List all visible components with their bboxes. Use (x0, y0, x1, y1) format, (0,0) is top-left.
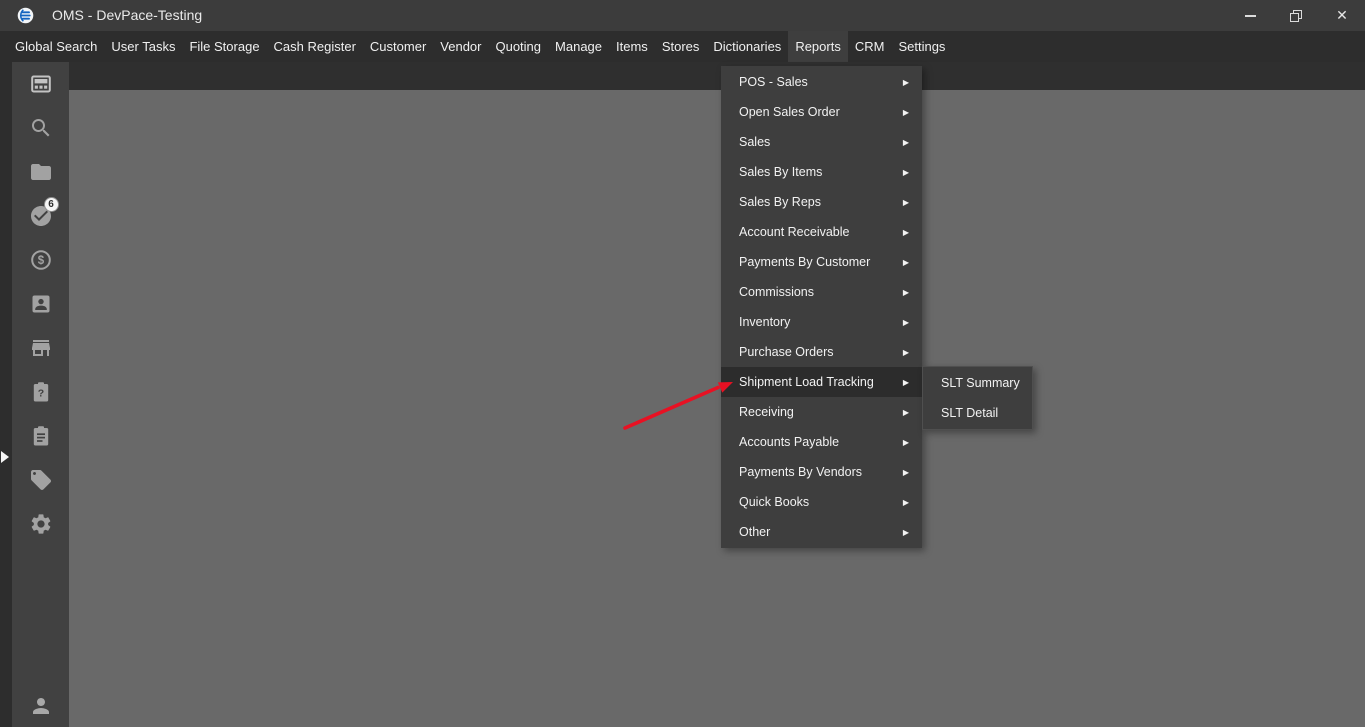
menuitem-shipment-load-tracking[interactable]: Shipment Load Tracking ▶ (721, 367, 922, 397)
app-logo-icon (17, 7, 34, 24)
submenu-arrow-icon: ▶ (902, 527, 909, 537)
menu-customer[interactable]: Customer (363, 31, 433, 62)
menuitem-quick-books[interactable]: Quick Books ▶ (721, 487, 922, 517)
menuitem-open-sales-order[interactable]: Open Sales Order ▶ (721, 97, 922, 127)
submenu-arrow-icon: ▶ (902, 227, 909, 237)
grid-icon[interactable] (29, 72, 53, 96)
menu-vendor[interactable]: Vendor (433, 31, 488, 62)
person-icon[interactable] (29, 694, 53, 718)
submenu-arrow-icon: ▶ (902, 287, 909, 297)
tag-icon[interactable] (29, 468, 53, 492)
storefront-icon[interactable] (29, 336, 53, 360)
submenu-arrow-icon: ▶ (902, 137, 909, 147)
submenu-arrow-icon: ▶ (902, 77, 909, 87)
menu-quoting[interactable]: Quoting (488, 31, 548, 62)
menu-global-search[interactable]: Global Search (8, 31, 104, 62)
menu-stores[interactable]: Stores (655, 31, 707, 62)
close-icon: ✕ (1336, 7, 1348, 23)
menuitem-slt-summary[interactable]: SLT Summary (923, 368, 1032, 398)
menu-user-tasks[interactable]: User Tasks (104, 31, 182, 62)
expand-panel-icon[interactable] (1, 451, 9, 463)
menuitem-accounts-payable[interactable]: Accounts Payable ▶ (721, 427, 922, 457)
window-title: OMS - DevPace-Testing (52, 7, 203, 23)
menuitem-commissions[interactable]: Commissions ▶ (721, 277, 922, 307)
menuitem-purchase-orders[interactable]: Purchase Orders ▶ (721, 337, 922, 367)
clipboard-list-icon[interactable] (29, 424, 53, 448)
submenu-arrow-icon: ▶ (902, 167, 909, 177)
menu-manage[interactable]: Manage (548, 31, 609, 62)
sidebar: 6 $ ? (12, 62, 69, 727)
menuitem-sales-by-reps[interactable]: Sales By Reps ▶ (721, 187, 922, 217)
menuitem-payments-by-customer[interactable]: Payments By Customer ▶ (721, 247, 922, 277)
reports-dropdown-menu: POS - Sales ▶ Open Sales Order ▶ Sales ▶… (721, 66, 922, 548)
menubar: Global Search User Tasks File Storage Ca… (0, 31, 1365, 62)
menuitem-slt-detail[interactable]: SLT Detail (923, 398, 1032, 428)
svg-text:?: ? (37, 388, 43, 400)
restore-icon (1290, 9, 1302, 22)
close-button[interactable]: ✕ (1319, 0, 1365, 31)
tasks-badge: 6 (43, 197, 59, 212)
menu-settings[interactable]: Settings (891, 31, 952, 62)
menuitem-pos-sales[interactable]: POS - Sales ▶ (721, 67, 922, 97)
menuitem-payments-by-vendors[interactable]: Payments By Vendors ▶ (721, 457, 922, 487)
restore-button[interactable] (1273, 0, 1319, 31)
menu-reports[interactable]: Reports (788, 31, 848, 62)
svg-text:$: $ (37, 255, 44, 267)
toolbar-strip (69, 62, 1365, 90)
submenu-arrow-icon: ▶ (902, 377, 909, 387)
window-controls: ✕ (1227, 0, 1365, 31)
menuitem-sales[interactable]: Sales ▶ (721, 127, 922, 157)
submenu-arrow-icon: ▶ (902, 347, 909, 357)
submenu-arrow-icon: ▶ (902, 407, 909, 417)
clipboard-question-icon[interactable]: ? (29, 380, 53, 404)
menuitem-inventory[interactable]: Inventory ▶ (721, 307, 922, 337)
menuitem-other[interactable]: Other ▶ (721, 517, 922, 547)
tasks-check-icon[interactable]: 6 (29, 197, 59, 228)
menu-items[interactable]: Items (609, 31, 655, 62)
slt-submenu: SLT Summary SLT Detail (922, 366, 1033, 430)
menu-file-storage[interactable]: File Storage (182, 31, 266, 62)
minimize-button[interactable] (1227, 0, 1273, 31)
menuitem-receiving[interactable]: Receiving ▶ (721, 397, 922, 427)
gear-icon[interactable] (29, 512, 53, 536)
menu-cash-register[interactable]: Cash Register (267, 31, 363, 62)
submenu-arrow-icon: ▶ (902, 497, 909, 507)
menuitem-sales-by-items[interactable]: Sales By Items ▶ (721, 157, 922, 187)
submenu-arrow-icon: ▶ (902, 467, 909, 477)
main-content-area (69, 90, 1365, 727)
minimize-icon (1244, 14, 1256, 17)
submenu-arrow-icon: ▶ (902, 317, 909, 327)
menu-crm[interactable]: CRM (848, 31, 892, 62)
menu-dictionaries[interactable]: Dictionaries (706, 31, 788, 62)
menuitem-account-receivable[interactable]: Account Receivable ▶ (721, 217, 922, 247)
dollar-circle-icon[interactable]: $ (29, 248, 53, 272)
submenu-arrow-icon: ▶ (902, 197, 909, 207)
search-icon[interactable] (29, 116, 53, 140)
submenu-arrow-icon: ▶ (902, 257, 909, 267)
folder-icon[interactable] (29, 160, 53, 184)
collapse-rail (0, 62, 12, 727)
titlebar: OMS - DevPace-Testing ✕ (0, 0, 1365, 31)
contact-card-icon[interactable] (29, 292, 53, 316)
submenu-arrow-icon: ▶ (902, 437, 909, 447)
submenu-arrow-icon: ▶ (902, 107, 909, 117)
